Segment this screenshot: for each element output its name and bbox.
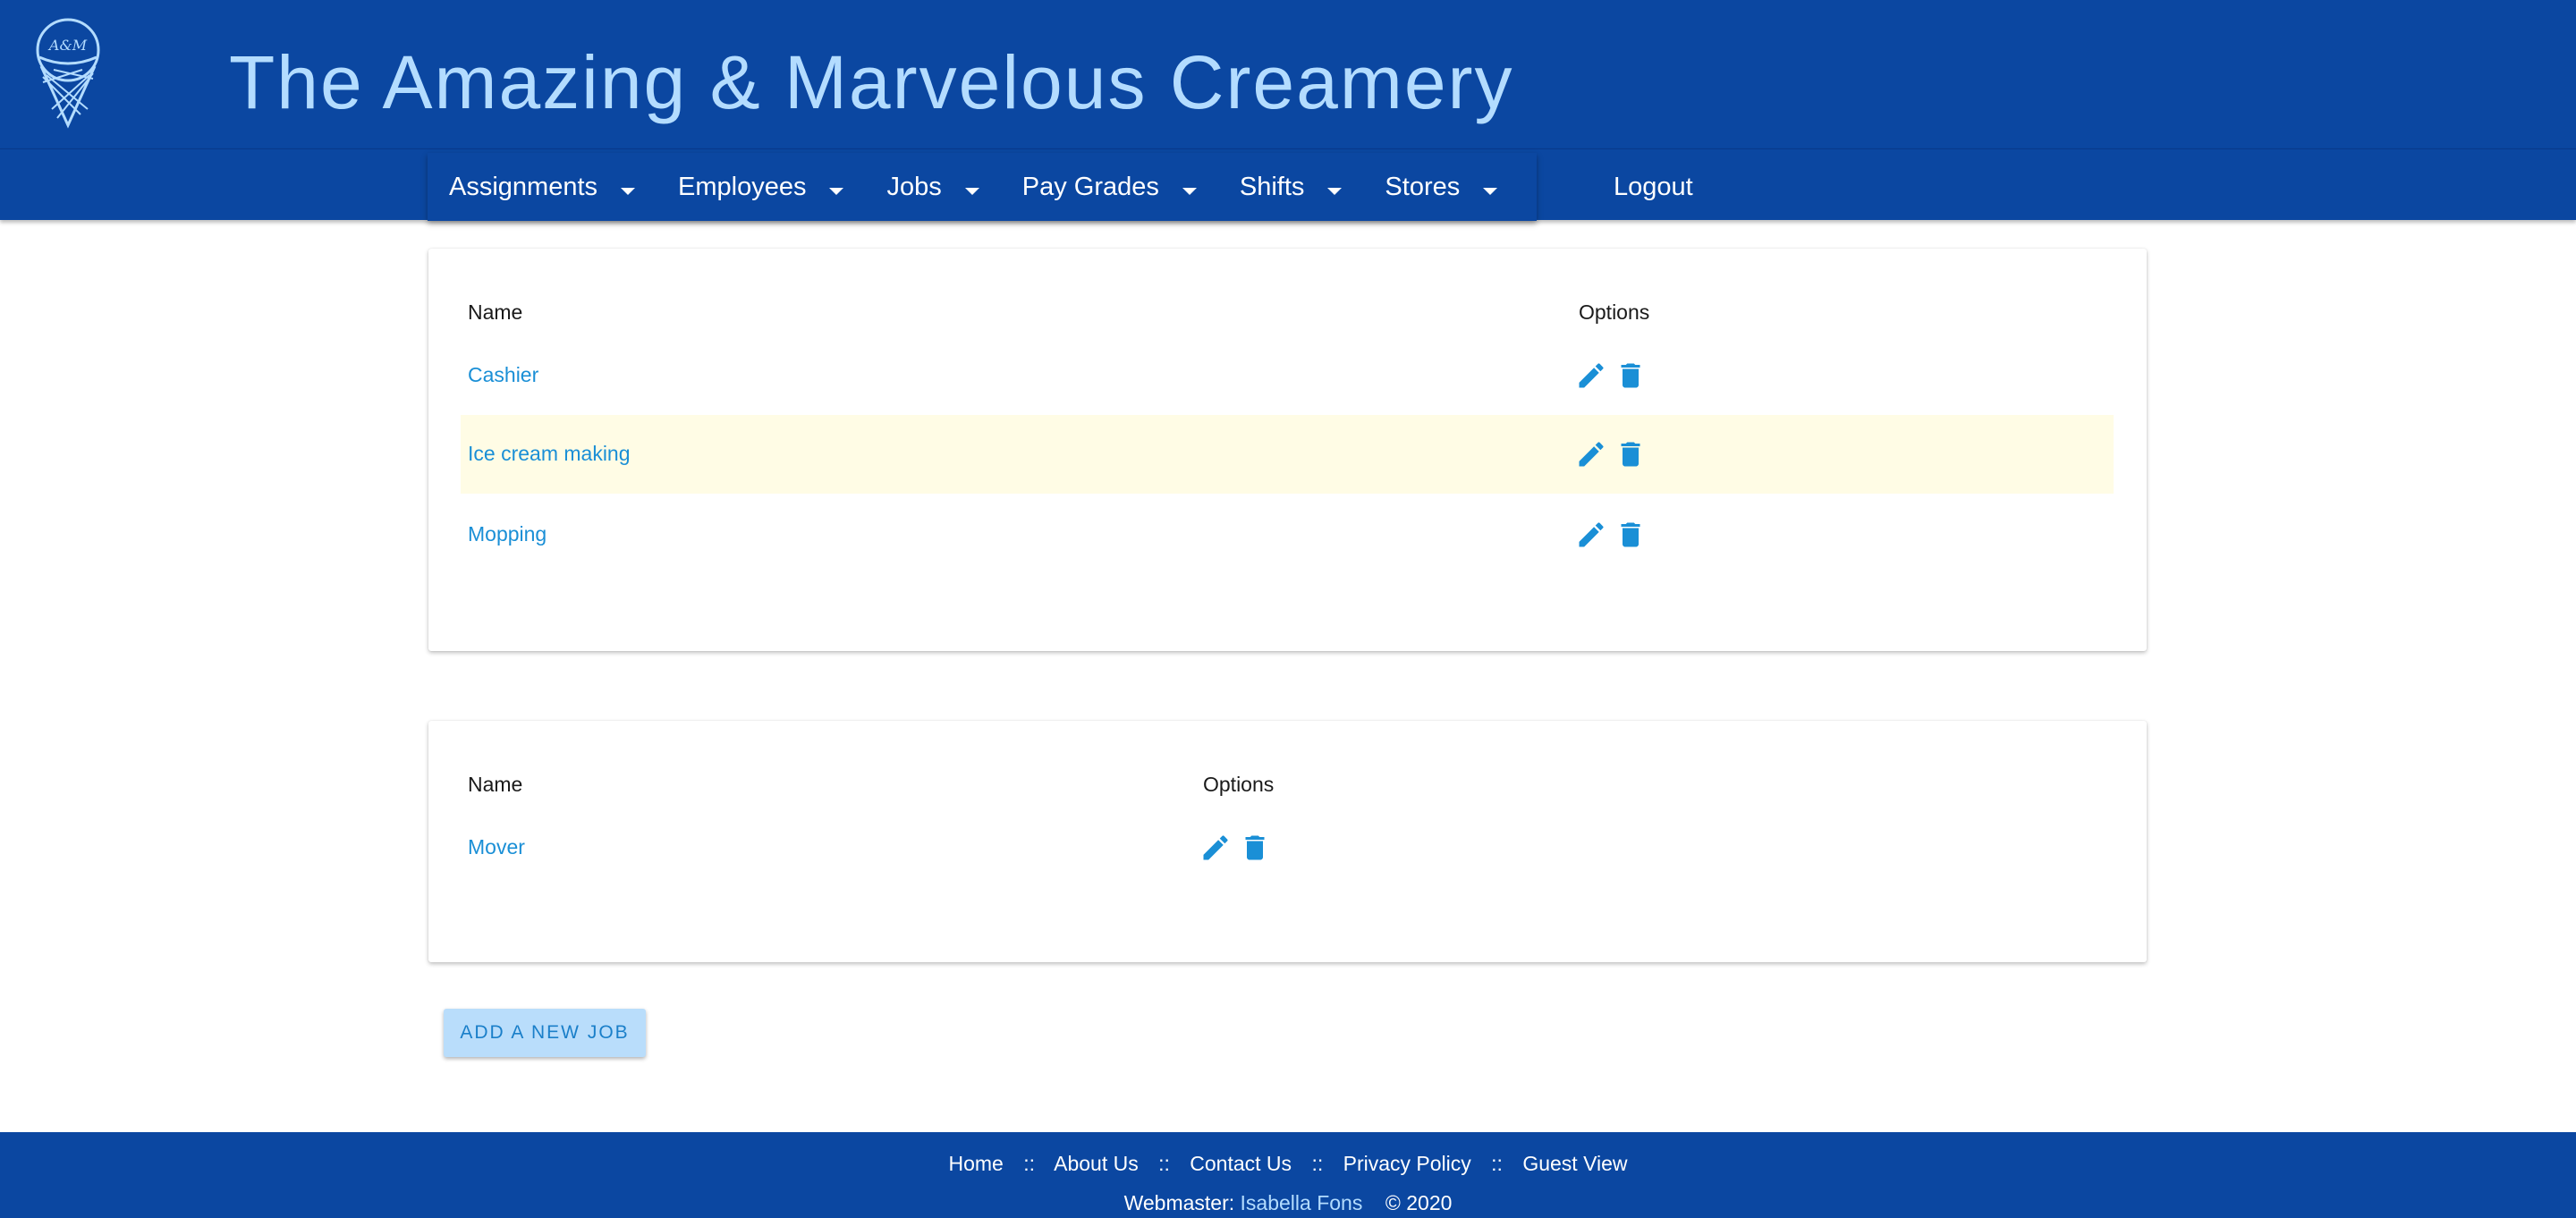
job-name-link[interactable]: Cashier <box>468 363 538 387</box>
webmaster-name[interactable]: Isabella Fons <box>1241 1191 1363 1214</box>
footer-link-privacy-policy[interactable]: Privacy Policy <box>1343 1152 1471 1175</box>
nav-item-label: Jobs <box>886 172 942 201</box>
nav-item-label: Pay Grades <box>1021 172 1159 201</box>
caret-down-icon <box>1483 188 1498 195</box>
nav-item-stores[interactable]: Stores <box>1363 153 1519 221</box>
column-header-name: Name <box>468 773 523 796</box>
pencil-icon[interactable] <box>1575 359 1607 392</box>
footer-links: Home :: About Us :: Contact Us :: Privac… <box>0 1152 2576 1176</box>
footer-link-contact-us[interactable]: Contact Us <box>1190 1152 1292 1175</box>
site-header: A&M The Amazing & Marvelous Creamery <box>0 0 2576 148</box>
svg-text:A&M: A&M <box>47 37 88 54</box>
nav-item-employees[interactable]: Employees <box>657 153 865 221</box>
footer-separator: :: <box>1023 1152 1035 1175</box>
footer-link-about-us[interactable]: About Us <box>1054 1152 1139 1175</box>
nav-item-shifts[interactable]: Shifts <box>1218 153 1364 221</box>
caret-down-icon <box>829 188 844 195</box>
active-jobs-card: Name Options Cashier Ice cream making Mo… <box>428 249 2147 651</box>
ice-cream-cone-icon[interactable]: A&M <box>30 16 106 129</box>
nav-item-label: Assignments <box>449 172 598 201</box>
logout-link[interactable]: Logout <box>1592 153 1715 221</box>
trash-icon[interactable] <box>1614 438 1647 470</box>
nav-item-label: Shifts <box>1239 172 1305 201</box>
trash-icon[interactable] <box>1614 359 1647 392</box>
column-header-options: Options <box>1203 773 1275 796</box>
nav-item-assignments[interactable]: Assignments <box>428 153 657 221</box>
nav-dropdown-group: Assignments Employees Jobs Pay Grades Sh… <box>428 153 1538 221</box>
footer-link-home[interactable]: Home <box>948 1152 1003 1175</box>
column-header-name: Name <box>468 300 523 324</box>
nav-item-pay-grades[interactable]: Pay Grades <box>1001 153 1218 221</box>
pencil-icon[interactable] <box>1575 438 1607 470</box>
add-new-job-button[interactable]: ADD A NEW JOB <box>444 1009 646 1057</box>
footer-credit: Webmaster: Isabella Fons © 2020 <box>0 1191 2576 1215</box>
caret-down-icon <box>1182 188 1197 195</box>
nav-item-label: Stores <box>1385 172 1461 201</box>
footer-link-guest-view[interactable]: Guest View <box>1522 1152 1627 1175</box>
pencil-icon[interactable] <box>1575 519 1607 551</box>
footer-separator: :: <box>1158 1152 1170 1175</box>
footer-separator: :: <box>1311 1152 1324 1175</box>
webmaster-label: Webmaster: <box>1123 1191 1235 1214</box>
caret-down-icon <box>621 188 636 195</box>
copyright-text: © 2020 <box>1385 1191 1453 1214</box>
job-name-link[interactable]: Mover <box>468 835 525 859</box>
caret-down-icon <box>1327 188 1343 195</box>
site-footer: Home :: About Us :: Contact Us :: Privac… <box>0 1132 2576 1218</box>
trash-icon[interactable] <box>1614 519 1647 551</box>
nav-item-jobs[interactable]: Jobs <box>865 153 1000 221</box>
table-row: Ice cream making <box>461 415 2114 494</box>
nav-item-label: Employees <box>678 172 807 201</box>
main-nav: Assignments Employees Jobs Pay Grades Sh… <box>0 148 2576 221</box>
job-name-link[interactable]: Mopping <box>468 522 547 546</box>
trash-icon[interactable] <box>1239 832 1271 864</box>
caret-down-icon <box>964 188 979 195</box>
column-header-options: Options <box>1579 300 1650 324</box>
inactive-jobs-card: Name Options Mover <box>428 721 2147 962</box>
table-row: Mopping <box>461 495 2114 574</box>
job-name-link[interactable]: Ice cream making <box>468 442 631 466</box>
pencil-icon[interactable] <box>1199 832 1232 864</box>
site-title: The Amazing & Marvelous Creamery <box>229 40 1514 124</box>
footer-separator: :: <box>1491 1152 1503 1175</box>
table-row: Cashier <box>461 336 2114 415</box>
table-row: Mover <box>461 808 2114 887</box>
